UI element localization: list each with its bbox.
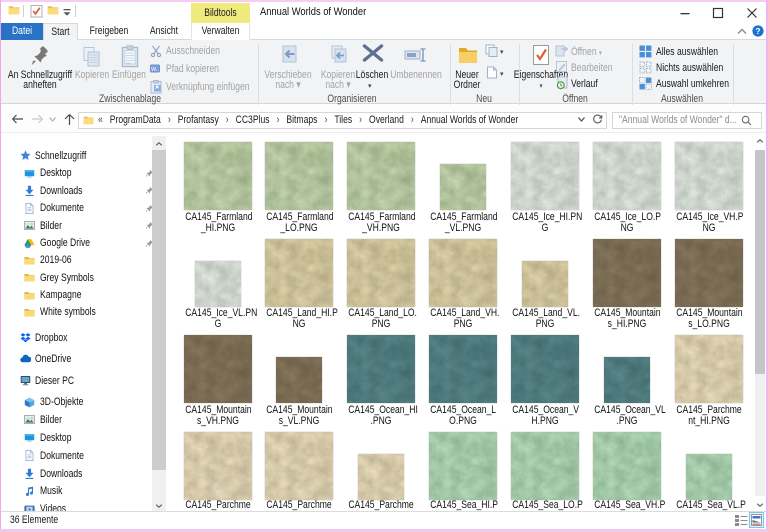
svg-text:?: ?	[755, 26, 760, 36]
svg-text:W..: W..	[151, 67, 159, 73]
